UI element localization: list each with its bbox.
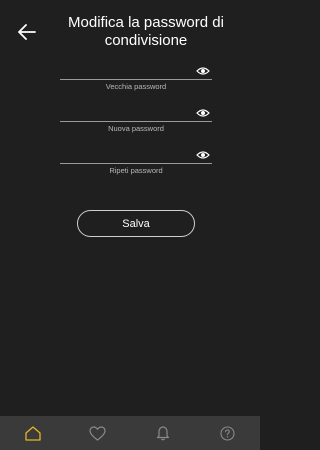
new-password-field: Nuova password — [60, 104, 212, 140]
tab-home[interactable] — [15, 418, 51, 448]
bell-icon — [156, 426, 169, 441]
home-icon — [24, 425, 41, 441]
repeat-password-field: Ripeti password — [60, 146, 212, 182]
arrow-left-icon — [18, 24, 36, 40]
repeat-password-underline — [60, 163, 212, 164]
new-password-label: Nuova password — [108, 124, 164, 133]
eye-icon[interactable] — [196, 66, 210, 76]
header: Modifica la password di condivisione — [0, 0, 260, 60]
page-title-line-1: Modifica la password di — [68, 14, 224, 31]
eye-icon[interactable] — [196, 150, 210, 160]
old-password-underline — [60, 79, 212, 80]
tab-notifications[interactable] — [145, 418, 181, 448]
heart-icon — [89, 425, 106, 441]
page-title-line-2: condivisione — [104, 32, 188, 49]
eye-icon[interactable] — [196, 108, 210, 118]
help-icon — [220, 425, 235, 441]
save-button[interactable]: Salva — [77, 210, 195, 237]
change-share-password-screen: Modifica la password di condivisione Vec… — [0, 0, 260, 450]
page-title: Modifica la password di condivisione — [40, 14, 252, 50]
bottom-tab-bar — [0, 416, 260, 450]
old-password-label: Vecchia password — [105, 82, 167, 91]
old-password-field: Vecchia password — [60, 62, 212, 98]
back-button[interactable] — [14, 20, 40, 44]
tab-favorites[interactable] — [80, 418, 116, 448]
repeat-password-label: Ripeti password — [109, 166, 163, 175]
new-password-underline — [60, 121, 212, 122]
tab-help[interactable] — [210, 418, 246, 448]
